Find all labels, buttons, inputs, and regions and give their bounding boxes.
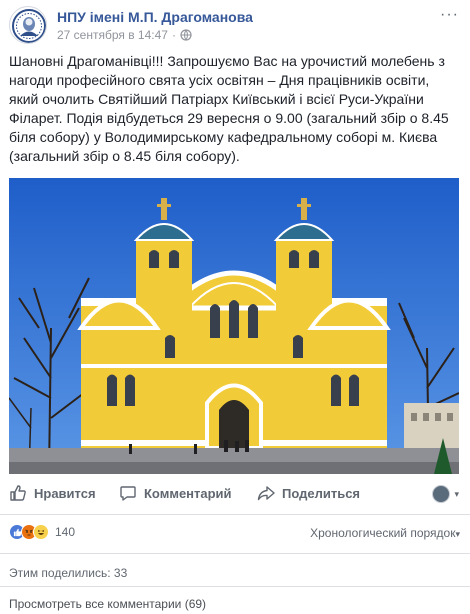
post-as-selector[interactable]: ▾ [432, 485, 459, 503]
like-button[interactable]: Нравится [9, 484, 96, 502]
comment-order-dropdown[interactable]: Хронологический порядок▾ [310, 526, 460, 540]
chevron-down-icon: ▾ [454, 488, 459, 499]
page-name[interactable]: НПУ імені М.П. Драгоманова [57, 9, 253, 25]
like-label: Нравится [34, 485, 96, 501]
chevron-down-icon: ▾ [455, 529, 460, 539]
post-timestamp[interactable]: 27 сентября в 14:47 [57, 28, 168, 42]
post-photo[interactable] [9, 178, 459, 474]
divider [0, 586, 470, 587]
comment-button[interactable]: Комментарий [119, 484, 232, 502]
meta-separator: · [171, 28, 176, 42]
post-meta: 27 сентября в 14:47 · [57, 28, 192, 42]
reaction-count: 140 [55, 525, 76, 539]
haha-reaction-icon [33, 524, 49, 540]
reactions-summary[interactable]: 140 [9, 524, 75, 540]
post-text: Шановні Драгоманівці!!! Запрошуємо Вас н… [9, 53, 449, 164]
post-header: НПУ імені М.П. Драгоманова 27 сентября в… [9, 6, 461, 44]
view-all-comments-link[interactable]: Просмотреть все комментарии (69) [9, 597, 206, 611]
share-button[interactable]: Поделиться [257, 484, 360, 502]
comment-order-label: Хронологический порядок [310, 526, 456, 540]
comment-label: Комментарий [144, 485, 232, 501]
divider [0, 553, 470, 554]
viewer-avatar [432, 485, 451, 503]
post-actions: Нравится Комментарий Поделиться ▾ [9, 481, 461, 509]
comment-icon [120, 486, 136, 501]
shares-count-link[interactable]: Этим поделились: 33 [9, 566, 127, 580]
globe-icon[interactable] [180, 29, 192, 41]
more-options-icon[interactable]: ··· [440, 6, 459, 24]
facebook-post: НПУ імені М.П. Драгоманова 27 сентября в… [0, 0, 470, 614]
thumbs-up-icon [10, 485, 26, 501]
share-icon [257, 486, 275, 501]
page-avatar[interactable] [9, 6, 47, 44]
share-label: Поделиться [282, 485, 361, 501]
divider [0, 514, 470, 515]
